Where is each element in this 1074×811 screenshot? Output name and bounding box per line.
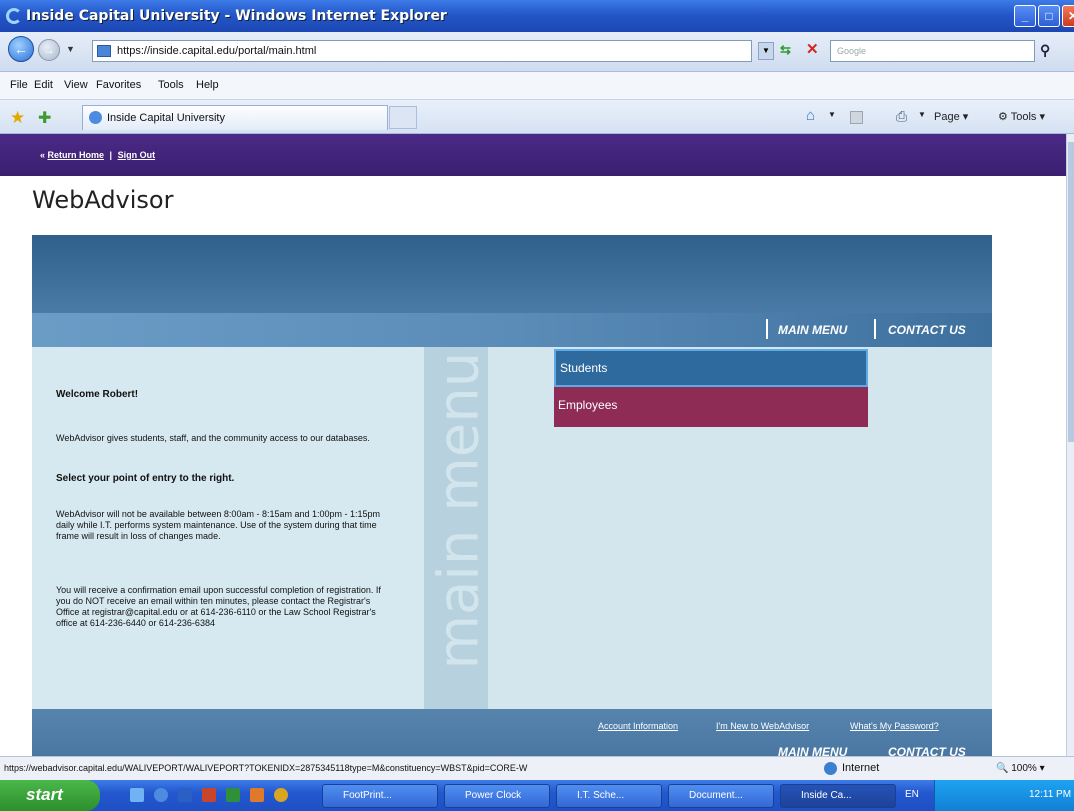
webadvisor-frame: MAIN MENU CONTACT US Welcome Robert! Web… [32,235,992,756]
feeds-icon[interactable] [850,111,863,124]
welcome-heading: Welcome Robert! [56,389,139,400]
menu-bar: File Edit View Favorites Tools Help [0,72,1074,100]
tools-menu-label: Tools [1010,111,1037,123]
address-dropdown-button[interactable]: ▼ [758,42,774,60]
word-icon[interactable] [178,788,192,802]
menu-file[interactable]: File [10,79,28,91]
scrollbar-thumb[interactable] [1068,142,1074,442]
new-user-link[interactable]: I'm New to WebAdvisor [716,721,809,731]
recent-pages-dropdown[interactable]: ▼ [66,44,75,54]
page-menu[interactable]: Page ▾ [934,110,968,123]
page-icon [97,45,111,57]
password-link[interactable]: What's My Password? [850,721,939,731]
webadvisor-body: Welcome Robert! WebAdvisor gives student… [32,347,992,709]
page-title: WebAdvisor [32,186,174,214]
maintenance-notice: WebAdvisor will not be available between… [56,509,381,541]
menu-view[interactable]: View [64,79,88,91]
favorites-star-icon[interactable]: ★ [10,108,25,128]
intro-text: WebAdvisor gives students, staff, and th… [56,433,370,443]
footer-contact-us-link[interactable]: CONTACT US [888,745,966,756]
search-placeholder: Google [837,46,867,56]
window-titlebar: Inside Capital University - Windows Inte… [0,0,1074,32]
back-button[interactable]: ← [8,36,34,62]
address-text: https://inside.capital.edu/portal/main.h… [117,45,317,57]
webadvisor-footer: Account Information I'm New to WebAdviso… [32,709,992,756]
portal-links: « Return Home | Sign Out [40,150,156,160]
zoom-value: 100% [1011,763,1037,774]
page-viewport: « Return Home | Sign Out WebAdvisor MAIN… [0,134,1066,756]
ie-tab-icon [89,111,102,124]
sign-out-link[interactable]: Sign Out [118,150,156,160]
system-tray: EN 12:11 PM [905,780,1074,811]
select-prompt: Select your point of entry to the right. [56,473,235,484]
outlook-icon[interactable] [250,788,264,802]
webadvisor-banner [32,235,992,313]
security-zone: Internet [842,762,880,774]
favorites-bar: ★ ✚ Inside Capital University ⌂ ▼ ⎙ ▼ Pa… [0,100,1074,134]
print-icon[interactable]: ⎙ [896,108,907,125]
new-tab-button[interactable] [389,106,417,129]
internet-zone-icon [824,762,837,775]
maximize-button[interactable]: □ [1038,5,1060,27]
stop-icon[interactable]: ✕ [806,40,819,58]
menu-help[interactable]: Help [196,79,219,91]
account-info-link[interactable]: Account Information [598,721,678,731]
taskbar-item-footprints[interactable]: FootPrint... [322,784,438,808]
nav-divider [874,319,876,339]
language-indicator[interactable]: EN [905,789,919,800]
forward-button[interactable]: → [38,39,60,61]
windows-taskbar: start FootPrint... Power Clock I.T. Sche… [0,780,1074,811]
webadvisor-top-nav: MAIN MENU CONTACT US [32,313,992,347]
ie-quicklaunch-icon[interactable] [154,788,168,802]
ie-logo-icon [6,8,22,24]
vertical-scrollbar[interactable] [1066,134,1074,756]
app-quicklaunch-icon[interactable] [274,788,288,802]
main-menu-watermark: main menu [424,347,488,709]
confirmation-notice: You will receive a confirmation email up… [56,585,381,628]
menu-tools[interactable]: Tools [158,79,184,91]
welcome-panel: Welcome Robert! WebAdvisor gives student… [32,347,424,709]
taskbar-item-it-schedule[interactable]: I.T. Sche... [556,784,662,808]
tools-menu[interactable]: ⚙ Tools ▾ [998,110,1045,123]
page-menu-label: Page [934,111,960,123]
status-bar: https://webadvisor.capital.edu/WALIVEPOR… [0,756,1074,780]
home-icon[interactable]: ⌂ [806,107,815,124]
search-icon[interactable]: ⚲ [1040,42,1050,59]
link-separator: | [109,150,113,160]
status-url: https://webadvisor.capital.edu/WALIVEPOR… [4,763,528,773]
taskbar-item-document[interactable]: Document... [668,784,774,808]
footer-main-menu-link[interactable]: MAIN MENU [778,745,847,756]
tab-inside-capital[interactable]: Inside Capital University [82,105,388,130]
print-dropdown-icon[interactable]: ▼ [918,110,926,119]
add-favorite-icon[interactable]: ✚ [38,108,51,128]
home-dropdown-icon[interactable]: ▼ [828,110,836,119]
close-button[interactable]: ✕ [1062,5,1074,27]
refresh-icon[interactable]: ⇆ [780,42,791,58]
nav-divider [766,319,768,339]
taskbar-item-power-clock[interactable]: Power Clock [444,784,550,808]
menu-edit[interactable]: Edit [34,79,53,91]
start-button[interactable]: start [0,780,100,811]
return-home-link[interactable]: Return Home [48,150,105,160]
students-menu-button[interactable]: Students [554,349,868,387]
address-field[interactable]: https://inside.capital.edu/portal/main.h… [92,40,752,62]
powerpoint-icon[interactable] [202,788,216,802]
zoom-level[interactable]: 🔍 100% ▾ [996,763,1045,774]
portal-header-bar: « Return Home | Sign Out [0,134,1066,176]
watermark-text: main menu [426,351,489,670]
main-menu-link[interactable]: MAIN MENU [778,323,847,337]
taskbar-item-inside-capital[interactable]: Inside Ca... [780,784,896,808]
contact-us-link[interactable]: CONTACT US [888,323,966,337]
employees-menu-button[interactable]: Employees [554,387,868,427]
show-desktop-icon[interactable] [130,788,144,802]
clock[interactable]: 12:11 PM [1029,789,1071,800]
search-input[interactable]: Google [830,40,1035,62]
window-title: Inside Capital University - Windows Inte… [26,8,447,24]
menu-favorites[interactable]: Favorites [96,79,141,91]
tab-label: Inside Capital University [107,112,225,124]
address-toolbar: ← → ▼ https://inside.capital.edu/portal/… [0,32,1074,72]
excel-icon[interactable] [226,788,240,802]
minimize-button[interactable]: _ [1014,5,1036,27]
